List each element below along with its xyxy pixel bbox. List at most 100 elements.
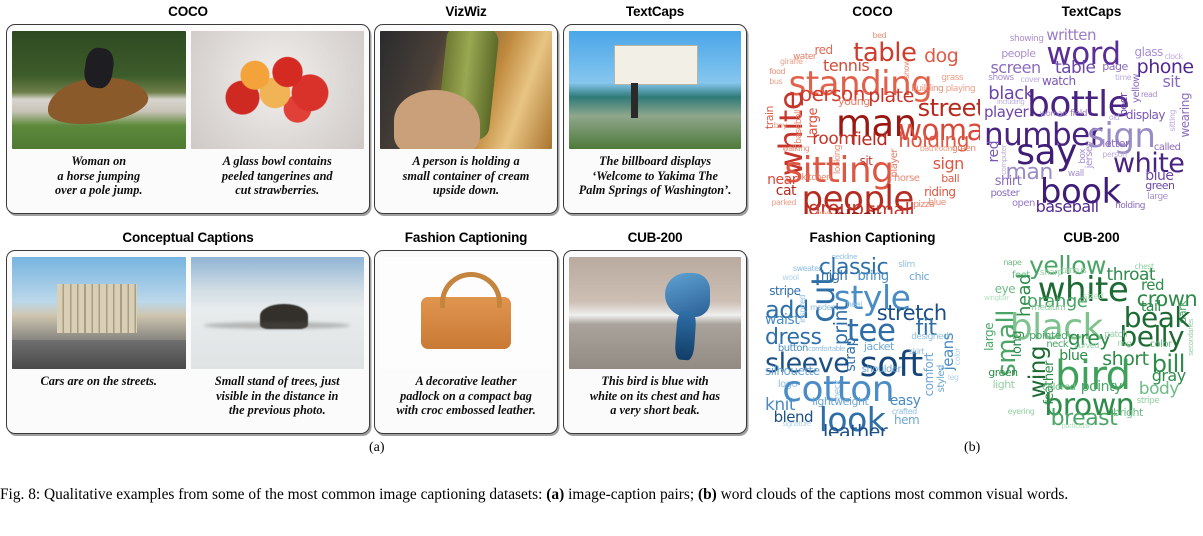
word-cloud-word: parked: [771, 197, 797, 207]
word-cloud-word: open: [1011, 197, 1035, 209]
word-cloud-title-cub-200: CUB-200: [1063, 230, 1120, 245]
example-cub-1: This bird is blue with white on its ches…: [569, 257, 741, 429]
figure-caption-part3: word clouds of the captions most common …: [716, 486, 1069, 503]
word-cloud-word: inspired: [798, 295, 808, 323]
subfigure-label-b: (b): [964, 440, 981, 455]
figure-caption-tag-a: (a): [546, 486, 565, 503]
dataset-block-textcaps: TextCaps The billboard displays ‘Welcome…: [563, 2, 747, 214]
example-card-conceptual-captions: Cars are on the streets. Small stand of …: [6, 250, 370, 434]
example-caption-conceptual-2: Small stand of trees, just visible in th…: [214, 374, 340, 418]
word-cloud-word: wearing: [1177, 93, 1192, 138]
figure-caption: Fig. 8: Qualitative examples from some o…: [0, 484, 1203, 505]
example-image-coco-1: [12, 31, 186, 149]
example-image-cub-1: [569, 257, 741, 369]
word-cloud-word: ball: [941, 171, 960, 185]
example-caption-coco-1: Woman on a horse jumping over a pole jum…: [55, 154, 143, 198]
word-cloud-word: sit: [859, 154, 873, 169]
word-cloud-word: read: [1140, 90, 1158, 100]
word-cloud-word: large: [1147, 191, 1168, 202]
example-card-cub-200: This bird is blue with white on its ches…: [563, 250, 747, 434]
dataset-title-cub-200: CUB-200: [627, 230, 683, 245]
word-cloud-word: showing: [1009, 34, 1044, 45]
figure-root: COCO Woman on a horse jumping over a pol…: [0, 0, 1203, 536]
word-cloud-word: cat: [775, 183, 797, 200]
word-cloud-block-fashion-captioning: Fashion Captioning neckline classic slim sw…: [765, 228, 980, 436]
figure-caption-tag-b: (b): [698, 486, 717, 503]
example-caption-fashion-1: A decorative leather padlock on a compac…: [396, 374, 536, 418]
example-conceptual-1: Cars are on the streets.: [12, 257, 186, 429]
word-cloud-word: wingbar: [984, 294, 1009, 302]
word-cloud-word: wool: [782, 273, 799, 283]
word-cloud-word: bathroom: [919, 143, 955, 153]
word-cloud-title-coco: COCO: [852, 4, 893, 19]
example-caption-textcaps-1: The billboard displays ‘Welcome to Yakim…: [578, 154, 732, 198]
panel-word-clouds: COCO bed table dog red water giraffe tennis sta…: [756, 0, 1203, 440]
dataset-block-conceptual-captions: Conceptual Captions Cars are on the stre…: [6, 228, 370, 434]
word-cloud-word: ring: [1117, 339, 1131, 349]
example-image-fashion-1: [380, 257, 552, 369]
word-cloud-word: sweater: [792, 263, 822, 273]
dataset-block-cub-200: CUB-200 This bird is blue with white on …: [563, 228, 747, 434]
word-cloud-canvas-coco: bed table dog red water giraffe tennis standing…: [765, 22, 980, 214]
dataset-title-textcaps: TextCaps: [625, 4, 685, 19]
word-cloud-word: black: [834, 208, 882, 214]
word-cloud-word: green: [1145, 179, 1175, 193]
example-caption-vizwiz-1: A person is holding a small container of…: [402, 154, 530, 198]
example-caption-conceptual-1: Cars are on the streets.: [40, 374, 158, 388]
word-cloud-word: page: [1102, 60, 1128, 74]
word-cloud-word: sit: [1162, 71, 1180, 91]
word-cloud-block-textcaps: TextCaps showing written people word glass cl…: [984, 2, 1199, 214]
subfigure-label-a: (a): [369, 440, 385, 455]
dataset-title-vizwiz: VizWiz: [445, 4, 487, 19]
word-cloud-word: field: [851, 129, 888, 151]
word-cloud-word: playing: [945, 84, 976, 95]
word-cloud-word: sign: [932, 154, 965, 174]
example-caption-coco-2: A glass bowl contains peeled tangerines …: [221, 154, 333, 198]
word-cloud-word: light: [992, 377, 1015, 391]
example-image-conceptual-1: [12, 257, 186, 369]
word-cloud-word: tree: [816, 209, 832, 214]
word-cloud-word: shows: [988, 72, 1014, 83]
word-cloud-word: building: [911, 84, 944, 95]
word-cloud-word: green: [952, 143, 976, 154]
word-cloud-word: food: [769, 67, 785, 77]
word-cloud-word: slim: [898, 260, 915, 271]
word-cloud-word: leg: [947, 372, 959, 382]
dataset-block-coco: COCO Woman on a horse jumping over a pol…: [6, 2, 370, 214]
example-fashion-1: A decorative leather padlock on a compac…: [380, 257, 552, 429]
word-cloud-word: box: [1077, 148, 1088, 164]
word-cloud-title-fashion-captioning: Fashion Captioning: [809, 230, 936, 245]
dataset-title-conceptual-captions: Conceptual Captions: [122, 230, 254, 245]
example-vizwiz-1: A person is holding a small container of…: [380, 31, 552, 209]
word-cloud-block-coco: COCO bed table dog red water giraffe tennis sta…: [765, 2, 980, 214]
example-image-coco-2: [190, 31, 364, 149]
word-cloud-word: sized: [1082, 292, 1104, 303]
dataset-title-coco: COCO: [168, 4, 208, 19]
word-cloud-canvas-fashion-captioning: neckline classic slim sweater wool high bring c…: [765, 248, 980, 436]
dataset-title-fashion-captioning: Fashion Captioning: [404, 230, 528, 245]
word-cloud-word: large: [984, 323, 996, 352]
word-cloud-word: color: [953, 347, 963, 365]
panel-image-caption-pairs: COCO Woman on a horse jumping over a pol…: [0, 0, 756, 440]
word-cloud-word: chic: [909, 270, 930, 284]
word-cloud-word: bus: [769, 76, 783, 86]
example-card-fashion-captioning: A decorative leather padlock on a compac…: [374, 250, 558, 434]
word-cloud-word: bright: [1113, 405, 1143, 419]
word-cloud-word: stripe: [1136, 395, 1160, 406]
word-cloud-word: hem: [894, 413, 920, 428]
word-cloud-word: eyering: [1007, 406, 1035, 416]
word-cloud-word: long: [1009, 330, 1025, 357]
word-cloud-word: heel: [846, 299, 863, 309]
word-cloud-word: secondaries: [1187, 319, 1196, 356]
figure-caption-part2: image-caption pairs;: [564, 486, 698, 503]
word-cloud-word: holding: [1115, 201, 1145, 212]
word-cloud-word: baseball: [1035, 196, 1100, 214]
example-caption-cub-1: This bird is blue with white on its ches…: [589, 374, 721, 418]
word-cloud-title-textcaps: TextCaps: [1061, 4, 1122, 19]
word-cloud-word: shirt: [994, 173, 1022, 189]
word-cloud-word: grass: [941, 72, 964, 83]
word-cloud-word: pizza: [913, 199, 935, 210]
word-cloud-word: nape: [1003, 258, 1022, 268]
example-textcaps-1: The billboard displays ‘Welcome to Yakim…: [569, 31, 741, 209]
word-cloud-block-cub-200: CUB-200 nape yellow chest feet sharp tarsus th…: [984, 228, 1199, 436]
